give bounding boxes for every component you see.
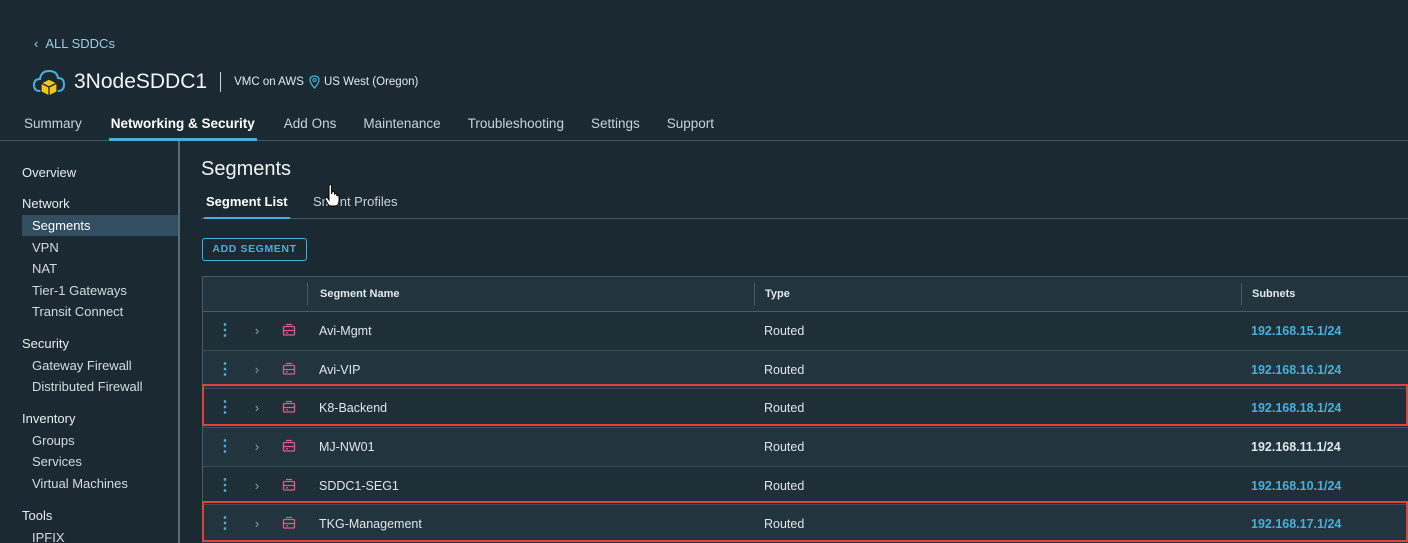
table-header: Segment Name Type Subnets (203, 277, 1408, 312)
segment-subnet: 192.168.11.1/24 (1251, 440, 1341, 455)
region-label: US West (Oregon) (323, 76, 419, 88)
row-actions-icon[interactable]: ⋮ (217, 505, 233, 543)
page-title: Segments (201, 158, 292, 180)
column-segment-name[interactable]: Segment Name (307, 283, 399, 305)
table-row[interactable]: ⋮ › SDDC1-SEG1 Routed 192.168.10.1/24 (203, 466, 1408, 506)
sidebar-item-tier1-gateways[interactable]: Tier-1 Gateways (22, 280, 178, 301)
title-divider (220, 72, 222, 92)
main-content: Segments Segment List Sment Profiles ADD… (182, 141, 1408, 543)
sidebar-item-nat[interactable]: NAT (22, 258, 178, 279)
top-header: ‹ ALL SDDCs 3NodeSDDC1 VMC on AWS US Wes… (0, 0, 1408, 141)
segment-type: Routed (764, 362, 805, 377)
all-sddcs-label: ALL SDDCs (45, 36, 115, 51)
segment-type: Routed (764, 517, 805, 532)
sidebar: Overview Network Segments VPN NAT Tier-1… (0, 141, 180, 543)
sidebar-item-gateway-firewall[interactable]: Gateway Firewall (22, 355, 178, 376)
sidebar-item-ipfix[interactable]: IPFIX (22, 527, 178, 543)
segment-icon (282, 323, 296, 336)
table-row[interactable]: ⋮ › MJ-NW01 Routed 192.168.11.1/24 (203, 428, 1408, 467)
segment-subnet-link[interactable]: 192.168.17.1/24 (1251, 505, 1341, 543)
segment-name: Avi-VIP (319, 362, 361, 377)
segment-icon (282, 439, 296, 452)
cloud-box-icon (32, 69, 66, 97)
segment-name: SDDC1-SEG1 (319, 478, 399, 493)
segment-name: K8-Backend (319, 401, 388, 416)
sidebar-item-services[interactable]: Services (22, 451, 178, 472)
tab-add-ons[interactable]: Add Ons (284, 111, 337, 141)
row-actions-icon[interactable]: ⋮ (217, 351, 233, 389)
sidebar-section-security: Security (22, 336, 69, 351)
segment-subnet-link[interactable]: 192.168.10.1/24 (1251, 467, 1341, 505)
sidebar-item-overview[interactable]: Overview (22, 165, 76, 180)
tab-networking-security[interactable]: Networking & Security (108, 111, 257, 141)
segments-table: Segment Name Type Subnets ⋮ › Avi-Mgmt R… (202, 276, 1408, 543)
segment-type: Routed (764, 440, 805, 455)
segment-icon (282, 401, 296, 414)
tab-troubleshooting[interactable]: Troubleshooting (468, 111, 564, 141)
segment-type: Routed (764, 478, 805, 493)
table-row[interactable]: ⋮ › Avi-VIP Routed 192.168.16.1/24 (203, 350, 1408, 390)
segment-type: Routed (764, 401, 805, 416)
segment-subnet-link[interactable]: 192.168.16.1/24 (1251, 351, 1341, 389)
chevron-right-icon[interactable]: › (251, 389, 263, 427)
tab-settings[interactable]: Settings (591, 111, 640, 141)
table-row[interactable]: ⋮ › TKG-Management Routed 192.168.17.1/2… (203, 505, 1408, 543)
location-pin-icon (309, 75, 320, 89)
column-type[interactable]: Type (754, 283, 790, 305)
table-row[interactable]: ⋮ › K8-Backend Routed 192.168.18.1/24 (203, 389, 1408, 429)
tab-summary[interactable]: Summary (24, 111, 82, 141)
segment-subnet-link[interactable]: 192.168.18.1/24 (1251, 389, 1341, 427)
row-actions-icon[interactable]: ⋮ (217, 467, 233, 505)
table-row[interactable]: ⋮ › Avi-Mgmt Routed 192.168.15.1/24 (203, 312, 1408, 351)
segment-name: Avi-Mgmt (319, 324, 372, 338)
segment-name: MJ-NW01 (319, 440, 375, 455)
chevron-right-icon[interactable]: › (251, 428, 263, 466)
sidebar-section-inventory: Inventory (22, 411, 76, 426)
main-tabs: Summary Networking & Security Add Ons Ma… (0, 111, 1408, 141)
segment-subnet-link[interactable]: 192.168.15.1/24 (1251, 312, 1341, 350)
chevron-right-icon[interactable]: › (251, 505, 263, 543)
segment-icon (282, 478, 296, 491)
chevron-right-icon[interactable]: › (251, 467, 263, 505)
sidebar-section-tools: Tools (22, 508, 53, 523)
segment-type: Routed (764, 324, 805, 338)
chevron-right-icon[interactable]: › (251, 312, 263, 350)
sidebar-item-segments[interactable]: Segments (22, 215, 178, 236)
sidebar-item-virtual-machines[interactable]: Virtual Machines (22, 473, 178, 494)
all-sddcs-link[interactable]: ‹ ALL SDDCs (34, 36, 115, 51)
tab-maintenance[interactable]: Maintenance (363, 111, 440, 141)
segment-icon (282, 362, 296, 375)
provider-label: VMC on AWS (234, 76, 304, 88)
sidebar-section-network: Network (22, 196, 70, 211)
sidebar-item-transit-connect[interactable]: Transit Connect (22, 301, 178, 322)
chevron-right-icon[interactable]: › (251, 351, 263, 389)
sddc-name: 3NodeSDDC1 (74, 70, 208, 93)
row-actions-icon[interactable]: ⋮ (217, 312, 233, 350)
tab-segment-list[interactable]: Segment List (204, 194, 290, 219)
hand-cursor-icon (324, 184, 340, 207)
sddc-title-row: 3NodeSDDC1 VMC on AWS US West (Oregon) (32, 66, 418, 98)
sidebar-item-groups[interactable]: Groups (22, 430, 178, 451)
sidebar-item-vpn[interactable]: VPN (22, 237, 178, 258)
row-actions-icon[interactable]: ⋮ (217, 428, 233, 466)
tab-support[interactable]: Support (667, 111, 714, 141)
segment-icon (282, 517, 296, 530)
add-segment-button[interactable]: ADD SEGMENT (202, 238, 307, 261)
column-subnets[interactable]: Subnets (1241, 283, 1295, 305)
segment-name: TKG-Management (319, 517, 422, 532)
segment-subtabs: Segment List Sment Profiles (201, 191, 1408, 219)
chevron-left-icon: ‹ (34, 36, 39, 51)
sidebar-item-distributed-firewall[interactable]: Distributed Firewall (22, 376, 178, 397)
row-actions-icon[interactable]: ⋮ (217, 389, 233, 427)
